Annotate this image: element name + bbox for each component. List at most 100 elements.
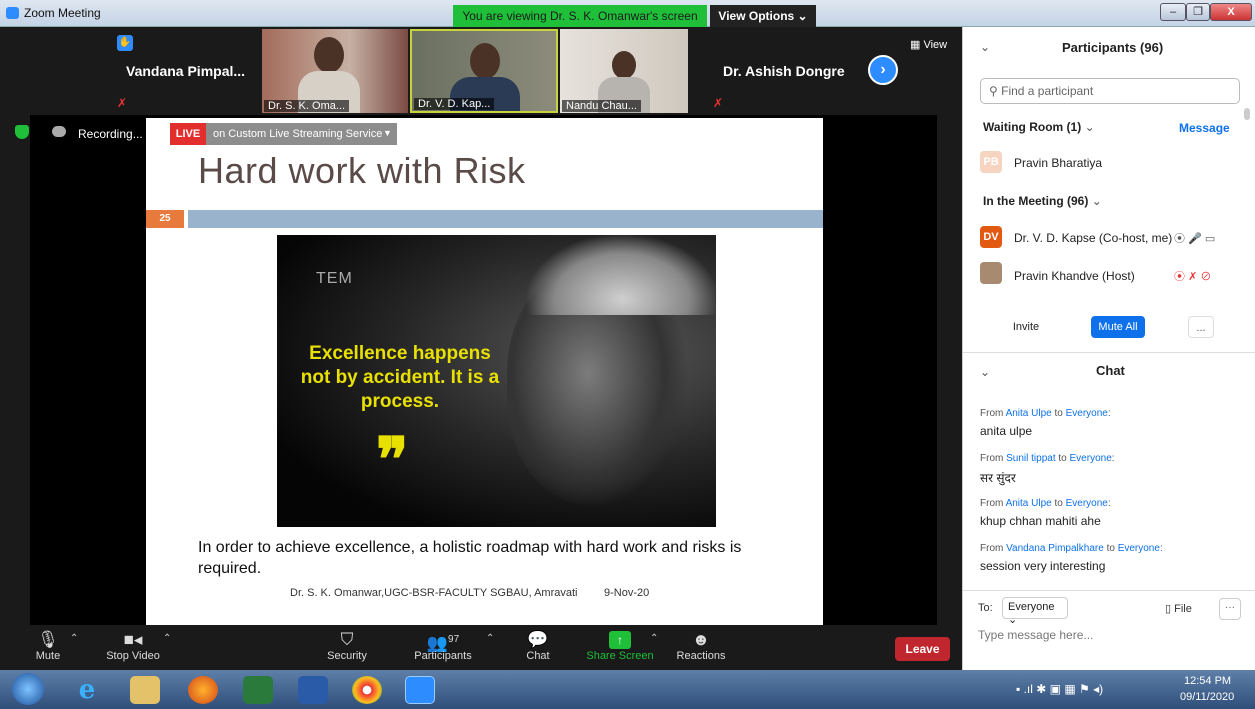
slide-number: 25 [146, 210, 184, 228]
slide-date: 9-Nov-20 [604, 587, 650, 599]
mic-muted-icon: ✗ [1188, 271, 1198, 283]
excel-icon[interactable] [243, 676, 273, 704]
zoom-app-icon [6, 7, 19, 19]
participants-title: Participants (96) [1062, 40, 1164, 55]
security-button[interactable]: ⛉ Security [322, 630, 372, 662]
mute-all-button[interactable]: Mute All [1091, 316, 1145, 338]
video-camera-icon: ■◂ [123, 630, 143, 649]
quote-mark-icon: ❞ [376, 425, 409, 495]
firefox-icon[interactable] [188, 676, 218, 704]
participant-name[interactable]: Pravin Bharatiya [1014, 156, 1102, 170]
chat-message: session very interesting [980, 559, 1106, 573]
microphone-icon: 🎤 [1188, 233, 1202, 245]
participants-count: 97 [448, 634, 460, 645]
tile-name-dongre[interactable]: Dr. Ashish Dongre [723, 63, 845, 79]
system-tray-icons[interactable]: ▪ .ıl ✱ ▣ ▦ ⚑ ◂) [1016, 682, 1103, 696]
chat-message: सर सुंदर [980, 471, 1016, 485]
video-label: Dr. V. D. Kap... [414, 98, 495, 110]
chat-bubble-icon: 💬 [527, 630, 549, 649]
chat-button[interactable]: 💬 Chat [520, 630, 556, 662]
clock-time[interactable]: 12:54 PM [1184, 675, 1231, 687]
video-tile-omanwar[interactable]: Dr. S. K. Oma... [262, 29, 408, 113]
video-tile-kapse[interactable]: Dr. V. D. Kap... [410, 29, 558, 113]
raise-hand-icon: ✋ [117, 35, 133, 51]
participant-name[interactable]: Dr. V. D. Kapse (Co-host, me) [1014, 231, 1172, 245]
stop-video-button[interactable]: ■◂ Stop Video [100, 630, 166, 662]
chevron-up-icon[interactable]: ⌃ [650, 633, 658, 644]
panel-scrollbar[interactable] [1244, 108, 1250, 120]
live-badge: LIVE [170, 123, 206, 145]
slide-footer: Dr. S. K. Omanwar,UGC-BSR-FACULTY SGBAU,… [290, 587, 578, 599]
close-button[interactable]: X [1210, 3, 1252, 21]
word-icon[interactable] [298, 676, 328, 704]
clock-date[interactable]: 09/11/2020 [1180, 691, 1234, 703]
shield-icon: ⛉ [340, 630, 354, 649]
to-label: To: [978, 602, 993, 614]
participant-name[interactable]: Pravin Khandve (Host) [1014, 269, 1135, 283]
chat-recipient-select[interactable]: Everyone ⌄ [1002, 597, 1068, 626]
more-options-button[interactable]: ... [1188, 316, 1214, 338]
image-brand-logo: TEM [316, 270, 353, 287]
divider [963, 590, 1255, 591]
collapse-chevron-icon[interactable]: ⌄ [980, 365, 990, 379]
view-options-button[interactable]: View Options ⌄ [710, 5, 816, 27]
cloud-recording-icon [52, 126, 66, 137]
chat-message: anita ulpe [980, 424, 1033, 438]
chat-from-line: From Sunil tippat to Everyone: [980, 453, 1115, 464]
invite-button[interactable]: Invite [1004, 316, 1048, 338]
slide-divider-bar [188, 210, 823, 228]
chat-more-button[interactable]: ··· [1219, 598, 1241, 620]
mic-muted-icon: ✗ [117, 96, 128, 110]
chat-from-line: From Anita Ulpe to Everyone: [980, 498, 1111, 509]
share-screen-button[interactable]: ↑ Share Screen [584, 630, 656, 662]
participant-status-icons: ⦿ 🎤 ▭ [1174, 230, 1215, 246]
participants-icon: 👥97 [426, 633, 460, 653]
chrome-icon[interactable] [352, 676, 382, 704]
divider [963, 352, 1255, 353]
chat-message: khup chhan mahiti ahe [980, 514, 1101, 528]
recording-label[interactable]: Recording... [78, 127, 143, 141]
tile-name-vandana[interactable]: Vandana Pimpal... [126, 63, 245, 79]
search-icon: ⚲ [989, 84, 1002, 98]
file-icon: ▯ [1165, 603, 1175, 615]
participants-button[interactable]: 👥97 Participants [410, 630, 476, 662]
video-label: Nandu Chau... [562, 100, 641, 112]
file-explorer-icon[interactable] [130, 676, 160, 704]
avatar: PB [980, 151, 1002, 173]
participant-status-icons: ⦿ ✗ ⊘ [1174, 268, 1211, 284]
view-layout-button[interactable]: ▦ View [910, 38, 947, 51]
video-off-icon: ⊘ [1200, 271, 1212, 283]
chat-from-line: From Vandana Pimpalkhare to Everyone: [980, 543, 1163, 554]
zoom-taskbar-icon[interactable] [405, 676, 435, 704]
chevron-up-icon[interactable]: ⌃ [486, 633, 494, 644]
chat-from-line: From Anita Ulpe to Everyone: [980, 408, 1111, 419]
minimize-button[interactable]: – [1160, 3, 1186, 21]
emoji-plus-icon: ☻ [692, 630, 710, 649]
participant-search-input[interactable]: ⚲ Find a participant [980, 78, 1240, 104]
chat-title: Chat [1096, 363, 1125, 378]
mute-button[interactable]: 🎙 Mute [30, 630, 66, 662]
reactions-button[interactable]: ☻ Reactions [673, 630, 729, 662]
video-camera-icon: ▭ [1204, 233, 1216, 245]
next-page-arrow-icon[interactable]: › [868, 55, 898, 85]
restore-button[interactable]: ❐ [1186, 3, 1210, 21]
quote-text: Excellence happens not by accident. It i… [300, 343, 500, 412]
video-tile-nandu[interactable]: Nandu Chau... [560, 29, 688, 113]
collapse-chevron-icon[interactable]: ⌄ [980, 40, 990, 54]
leave-button[interactable]: Leave [895, 637, 950, 661]
start-button[interactable] [12, 673, 44, 705]
security-shield-icon [15, 125, 29, 139]
message-link[interactable]: Message [1179, 121, 1230, 135]
video-label: Dr. S. K. Oma... [264, 100, 350, 112]
chevron-up-icon[interactable]: ⌃ [163, 633, 171, 644]
chevron-up-icon[interactable]: ⌃ [70, 633, 78, 644]
viewing-banner: You are viewing Dr. S. K. Omanwar's scre… [453, 5, 707, 27]
file-button[interactable]: ▯ File [1165, 602, 1192, 615]
chevron-down-icon[interactable]: ▼ [383, 128, 392, 138]
window-title: Zoom Meeting [24, 6, 101, 20]
in-meeting-header[interactable]: In the Meeting (96) ⌄ [983, 194, 1102, 208]
chat-message-input[interactable]: Type message here... [978, 628, 1093, 642]
waiting-room-header[interactable]: Waiting Room (1) ⌄ [983, 120, 1095, 134]
grid-icon: ▦ [910, 39, 924, 51]
internet-explorer-icon[interactable]: e [72, 676, 102, 704]
